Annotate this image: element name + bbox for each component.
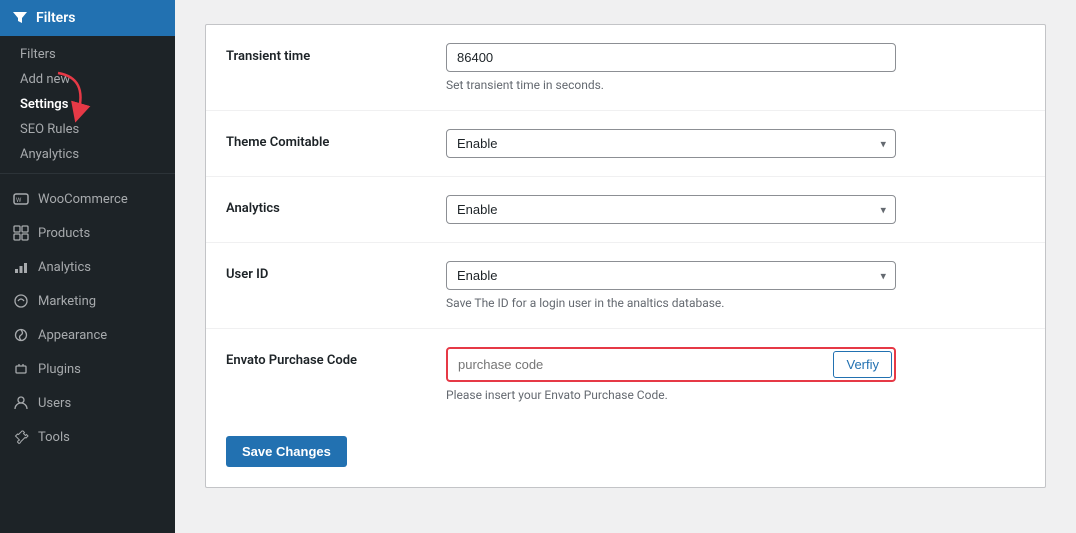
marketing-icon [12,292,30,310]
plugins-label: Plugins [38,362,81,377]
sidebar-item-add-new[interactable]: Add new [0,67,175,92]
theme-comitable-select-wrap: Enable Disable ▾ [446,129,896,158]
sidebar-item-marketing[interactable]: Marketing [0,284,175,318]
sidebar-item-tools[interactable]: Tools [0,420,175,454]
tools-label: Tools [38,430,70,445]
woocommerce-label: WooCommerce [38,192,128,207]
verify-button[interactable]: Verfiy [833,351,892,378]
appearance-icon [12,326,30,344]
settings-form: Transient time Set transient time in sec… [205,24,1046,488]
purchase-code-field: Verfiy Please insert your Envato Purchas… [446,347,1025,402]
sidebar-item-appearance[interactable]: Appearance [0,318,175,352]
main-content: Transient time Set transient time in sec… [175,0,1076,533]
svg-text:W: W [16,197,22,204]
sidebar-nav: W WooCommerce Products [0,174,175,533]
sidebar-item-woocommerce[interactable]: W WooCommerce [0,182,175,216]
sidebar-item-anyalytics[interactable]: Anyalytics [0,142,175,167]
purchase-code-row: Envato Purchase Code Verfiy Please inser… [206,329,1045,420]
users-icon [12,394,30,412]
sidebar-item-filters[interactable]: Filters [0,42,175,67]
transient-time-input[interactable] [446,43,896,72]
user-id-label: User ID [226,261,446,282]
sidebar: Filters Filters Add new Settings SEO Rul… [0,0,175,533]
purchase-code-label: Envato Purchase Code [226,347,446,368]
woocommerce-icon: W [12,190,30,208]
user-id-select[interactable]: Enable Disable [446,261,896,290]
products-icon [12,224,30,242]
analytics-select-wrap: Enable Disable ▾ [446,195,896,224]
sidebar-item-analytics[interactable]: Analytics [0,250,175,284]
sidebar-item-products[interactable]: Products [0,216,175,250]
appearance-label: Appearance [38,328,107,343]
save-changes-button[interactable]: Save Changes [226,436,347,467]
marketing-label: Marketing [38,294,96,309]
purchase-code-hint: Please insert your Envato Purchase Code. [446,388,1025,402]
user-id-row: User ID Enable Disable ▾ Save The ID for… [206,243,1045,329]
theme-comitable-row: Theme Comitable Enable Disable ▾ [206,111,1045,177]
purchase-code-input[interactable] [450,352,827,377]
analytics-label: Analytics [226,195,446,216]
sidebar-submenu: Filters Add new Settings SEO Rules Anyal… [0,36,175,174]
analytics-label: Analytics [38,260,91,275]
theme-comitable-label: Theme Comitable [226,129,446,150]
analytics-select[interactable]: Enable Disable [446,195,896,224]
tools-icon [12,428,30,446]
sidebar-item-users[interactable]: Users [0,386,175,420]
analytics-icon [12,258,30,276]
user-id-field: Enable Disable ▾ Save The ID for a login… [446,261,1025,310]
transient-time-hint: Set transient time in seconds. [446,78,1025,92]
sidebar-item-settings[interactable]: Settings [0,92,175,117]
transient-time-row: Transient time Set transient time in sec… [206,25,1045,111]
sidebar-item-seo-rules[interactable]: SEO Rules [0,117,175,142]
theme-comitable-select[interactable]: Enable Disable [446,129,896,158]
transient-time-field: Set transient time in seconds. [446,43,1025,92]
funnel-icon [12,10,28,26]
users-label: Users [38,396,71,411]
sidebar-item-plugins[interactable]: Plugins [0,352,175,386]
purchase-code-wrap: Verfiy [446,347,896,382]
products-label: Products [38,226,90,241]
sidebar-header-label: Filters [36,10,75,26]
transient-time-label: Transient time [226,43,446,64]
analytics-field: Enable Disable ▾ [446,195,1025,224]
analytics-row: Analytics Enable Disable ▾ [206,177,1045,243]
user-id-select-wrap: Enable Disable ▾ [446,261,896,290]
sidebar-header[interactable]: Filters [0,0,175,36]
theme-comitable-field: Enable Disable ▾ [446,129,1025,158]
user-id-hint: Save The ID for a login user in the anal… [446,296,1025,310]
plugins-icon [12,360,30,378]
